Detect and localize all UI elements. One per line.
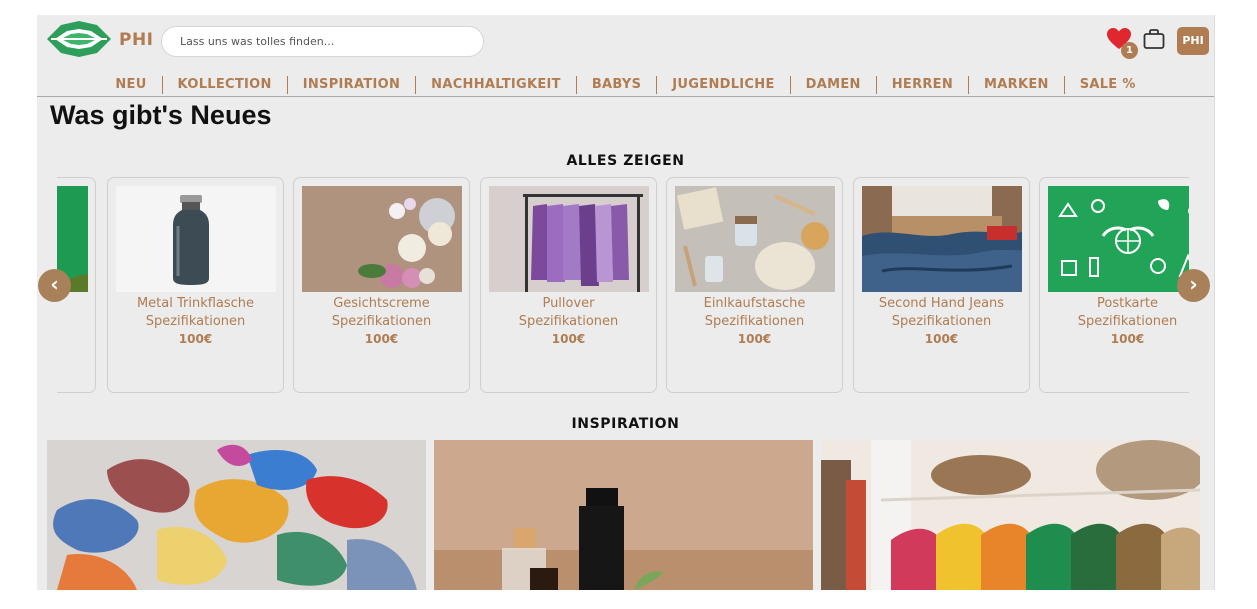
product-image <box>302 186 462 292</box>
nav-item-babys[interactable]: BABYS <box>577 76 658 94</box>
header: PHI 1 PHI <box>37 15 1214 67</box>
product-price: 100€ <box>551 332 586 346</box>
carousel-prev-button[interactable]: ‹ <box>38 269 71 302</box>
inspiration-heading: INSPIRATION <box>571 416 680 432</box>
product-image <box>489 186 649 292</box>
nav-item-jugendliche[interactable]: JUGENDLICHE <box>657 76 791 94</box>
product-card[interactable]: Pullover Spezifikationen 100€ <box>480 177 657 393</box>
logo-icon[interactable] <box>45 19 113 59</box>
product-name: Gesichtscreme <box>333 296 430 311</box>
search-bar[interactable] <box>161 26 484 57</box>
app-window: PHI 1 PHI NEUKOLLECTIONINSPIRATIONNACHHA… <box>37 15 1215 590</box>
product-card[interactable]: Postkarte Spezifikationen 100€ <box>1039 177 1189 393</box>
product-price: 100€ <box>1110 332 1145 346</box>
inspiration-tile-clothes-pile[interactable] <box>47 440 426 590</box>
nav-item-damen[interactable]: DAMEN <box>791 76 877 94</box>
inspiration-tile-essential-oils[interactable] <box>434 440 813 590</box>
nav-divider <box>37 96 1214 97</box>
nav-item-sale[interactable]: SALE % <box>1065 76 1151 94</box>
nav-item-nachhaltigkeit[interactable]: NACHHALTIGKEIT <box>416 76 577 94</box>
product-spec-link[interactable]: Spezifikationen <box>667 314 842 329</box>
product-spec-link[interactable]: Spezifikationen <box>1040 314 1189 329</box>
avatar[interactable]: PHI <box>1177 27 1209 55</box>
product-image <box>1048 186 1189 292</box>
nav-item-neu[interactable]: NEU <box>100 76 163 94</box>
nav-item-marken[interactable]: MARKEN <box>969 76 1065 94</box>
product-name: Second Hand Jeans <box>878 296 1005 311</box>
product-name: Einlkaufstasche <box>703 296 806 311</box>
product-carousel: . Metal Trinkflasche Spezifikationen 100… <box>57 177 1189 395</box>
show-all-link[interactable]: ALLES ZEIGEN <box>37 153 1214 169</box>
product-card[interactable]: Einlkaufstasche Spezifikationen 100€ <box>666 177 843 393</box>
nav-item-kollection[interactable]: KOLLECTION <box>163 76 288 94</box>
product-price: 100€ <box>924 332 959 346</box>
product-image <box>675 186 835 292</box>
carousel-next-button[interactable]: › <box>1177 269 1210 302</box>
page-title: Was gibt's Neues <box>50 100 272 130</box>
wishlist-count-badge: 1 <box>1121 42 1138 59</box>
product-image <box>116 186 276 292</box>
bag-icon[interactable] <box>1142 27 1166 51</box>
product-name: Postkarte <box>1097 296 1158 311</box>
brand-name[interactable]: PHI <box>119 30 154 50</box>
product-price: 100€ <box>364 332 399 346</box>
product-card[interactable]: Gesichtscreme Spezifikationen 100€ <box>293 177 470 393</box>
product-spec-link[interactable]: Spezifikationen <box>294 314 469 329</box>
search-input[interactable] <box>162 27 483 56</box>
main-nav: NEU KOLLECTION INSPIRATION NACHHALTIGKEIT BA… <box>37 76 1214 96</box>
product-name: Pullover <box>542 296 595 311</box>
product-name: Metal Trinkflasche <box>136 296 255 311</box>
product-spec-link[interactable]: Spezifikationen <box>481 314 656 329</box>
product-card[interactable]: Second Hand Jeans Spezifikationen 100€ <box>853 177 1030 393</box>
nav-item-herren[interactable]: HERREN <box>877 76 970 94</box>
nav-item-inspiration[interactable]: INSPIRATION <box>288 76 417 94</box>
chevron-left-icon: ‹ <box>50 272 59 296</box>
product-price: 100€ <box>178 332 213 346</box>
inspiration-tile-clothing-rack[interactable] <box>821 440 1200 590</box>
chevron-right-icon: › <box>1189 272 1198 296</box>
product-spec-link[interactable]: Spezifikationen <box>108 314 283 329</box>
product-image <box>862 186 1022 292</box>
product-price: 100€ <box>737 332 772 346</box>
product-card[interactable]: Metal Trinkflasche Spezifikationen 100€ <box>107 177 284 393</box>
product-spec-link[interactable]: Spezifikationen <box>854 314 1029 329</box>
